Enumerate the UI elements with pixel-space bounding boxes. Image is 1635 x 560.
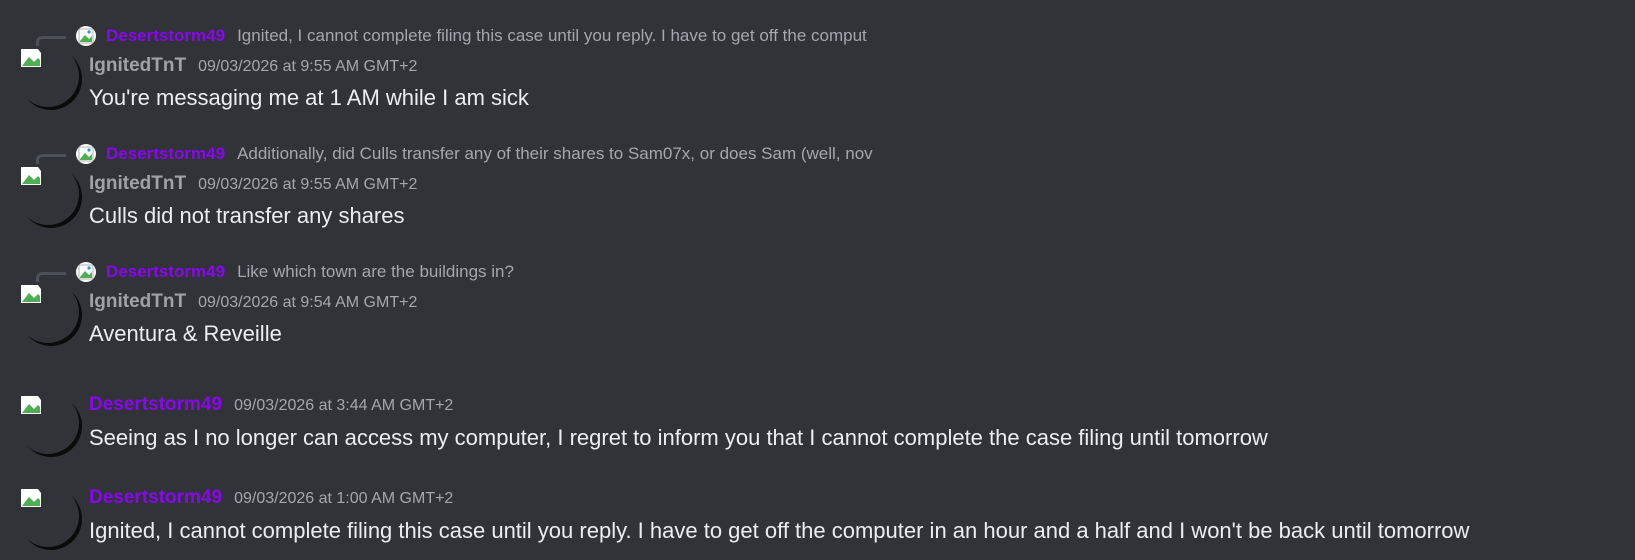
message-content: You're messaging me at 1 AM while I am s… <box>89 85 529 110</box>
avatar[interactable] <box>17 392 79 454</box>
timestamp[interactable]: 09/03/2026 at 3:44 AM GMT+2 <box>234 397 453 415</box>
author-name[interactable]: Desertstorm49 <box>89 394 222 416</box>
broken-image-icon <box>21 285 41 303</box>
timestamp[interactable]: 09/03/2026 at 9:54 AM GMT+2 <box>198 294 417 312</box>
broken-image-icon <box>21 49 41 67</box>
message-content: Seeing as I no longer can access my comp… <box>89 425 1268 450</box>
reply-avatar-icon[interactable] <box>76 262 96 282</box>
reply-username[interactable]: Desertstorm49 <box>106 26 225 46</box>
avatar[interactable] <box>17 45 79 107</box>
avatar[interactable] <box>17 485 79 547</box>
avatar[interactable] <box>17 163 79 225</box>
message-header: IgnitedTnT 09/03/2026 at 9:55 AM GMT+2 <box>89 55 417 77</box>
avatar[interactable] <box>17 281 79 343</box>
message-header: IgnitedTnT 09/03/2026 at 9:54 AM GMT+2 <box>89 291 417 313</box>
message-header: Desertstorm49 09/03/2026 at 1:00 AM GMT+… <box>89 487 453 509</box>
reply-text[interactable]: Like which town are the buildings in? <box>237 262 514 282</box>
message-content: Culls did not transfer any shares <box>89 203 405 228</box>
reply-preview[interactable]: Desertstorm49 Like which town are the bu… <box>76 261 976 283</box>
chat-messages: Desertstorm49 Ignited, I cannot complete… <box>0 0 1635 560</box>
reply-username[interactable]: Desertstorm49 <box>106 262 225 282</box>
reply-avatar-icon[interactable] <box>76 144 96 164</box>
reply-preview[interactable]: Desertstorm49 Additionally, did Culls tr… <box>76 143 976 165</box>
author-name[interactable]: IgnitedTnT <box>89 55 186 77</box>
broken-image-icon <box>21 396 41 414</box>
broken-image-icon <box>21 489 41 507</box>
message-content: Aventura & Reveille <box>89 321 282 346</box>
author-name[interactable]: IgnitedTnT <box>89 291 186 313</box>
reply-text[interactable]: Additionally, did Culls transfer any of … <box>237 144 873 164</box>
message-header: Desertstorm49 09/03/2026 at 3:44 AM GMT+… <box>89 394 453 416</box>
timestamp[interactable]: 09/03/2026 at 9:55 AM GMT+2 <box>198 58 417 76</box>
author-name[interactable]: Desertstorm49 <box>89 487 222 509</box>
reply-text[interactable]: Ignited, I cannot complete filing this c… <box>237 26 867 46</box>
author-name[interactable]: IgnitedTnT <box>89 173 186 195</box>
message-content: Ignited, I cannot complete filing this c… <box>89 518 1470 543</box>
reply-avatar-icon[interactable] <box>76 26 96 46</box>
timestamp[interactable]: 09/03/2026 at 9:55 AM GMT+2 <box>198 176 417 194</box>
timestamp[interactable]: 09/03/2026 at 1:00 AM GMT+2 <box>234 490 453 508</box>
reply-username[interactable]: Desertstorm49 <box>106 144 225 164</box>
reply-preview[interactable]: Desertstorm49 Ignited, I cannot complete… <box>76 25 976 47</box>
broken-image-icon <box>21 167 41 185</box>
message-header: IgnitedTnT 09/03/2026 at 9:55 AM GMT+2 <box>89 173 417 195</box>
